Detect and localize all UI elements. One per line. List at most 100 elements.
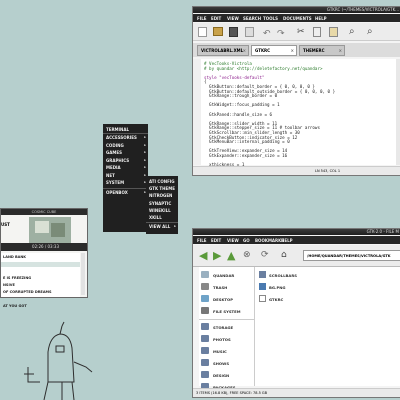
place-quandar[interactable]: QUANDAR xyxy=(201,271,235,278)
playlist-item[interactable]: NSIVE xyxy=(3,283,15,287)
file-item[interactable]: SCROLLBARS xyxy=(259,271,297,278)
save-icon[interactable] xyxy=(229,27,238,37)
menu-view[interactable]: VIEW xyxy=(227,16,239,21)
copy-icon[interactable] xyxy=(313,27,321,37)
player-timebar: 02:26 / 03:33 xyxy=(1,243,87,251)
playlist-item[interactable]: LAND BANK xyxy=(3,255,26,259)
playlist-item[interactable]: AT YOU GOT xyxy=(3,304,27,308)
redo-icon[interactable]: ↷ xyxy=(277,29,285,39)
sidebar-divider xyxy=(199,319,254,320)
place-filesystem[interactable]: FILE SYSTEM xyxy=(201,307,241,314)
file-item[interactable]: GTKRC xyxy=(259,295,283,302)
menu-item-net[interactable]: NET xyxy=(106,173,115,178)
place-desktop[interactable]: DESKTOP xyxy=(201,295,233,302)
place-photos[interactable]: PHOTOS xyxy=(201,335,231,342)
menu-view[interactable]: VIEW xyxy=(227,238,239,243)
tab-label: VICTROLABRL.XML xyxy=(201,48,244,53)
undo-icon[interactable]: ↶ xyxy=(263,29,271,39)
menu-go[interactable]: GO xyxy=(243,238,250,243)
menu-item-accessories[interactable]: ACCESSORIES xyxy=(106,135,137,140)
back-arrow-icon[interactable]: ◀ xyxy=(199,249,207,262)
folder-icon xyxy=(259,271,266,278)
code-line: # by quandar <http://deletefactory.net/q… xyxy=(204,65,323,71)
path-bar[interactable]: /HOME/QUANDAR/THEMES/VICTROLA/GTK xyxy=(303,250,400,261)
reload-icon[interactable]: ⟳ xyxy=(261,250,269,260)
place-design[interactable]: DESIGN xyxy=(201,371,229,378)
cover-art-block xyxy=(35,221,49,233)
place-label: STORAGE xyxy=(213,325,234,330)
menu-separator xyxy=(103,133,148,134)
menu-documents[interactable]: DOCUMENTS xyxy=(283,16,312,21)
player-titlebar[interactable]: COSMIC CUBE xyxy=(1,209,87,215)
close-icon[interactable]: × xyxy=(339,46,342,55)
paste-icon[interactable] xyxy=(329,27,338,37)
editor-scrollbar[interactable] xyxy=(396,59,400,165)
menu-help[interactable]: HELP xyxy=(281,238,293,243)
close-icon[interactable]: × xyxy=(243,46,246,55)
submenu-item[interactable]: GTK THEME xyxy=(149,186,175,191)
playlist-scrollbar[interactable] xyxy=(81,253,85,295)
menu-edit[interactable]: EDIT xyxy=(211,16,221,21)
submenu-item[interactable]: VIEW ALL xyxy=(149,224,170,229)
line-gutter xyxy=(193,59,201,165)
cut-icon[interactable]: ✂ xyxy=(297,27,305,37)
fm-status-text: 3 ITEMS (16.8 KB), FREE SPACE: 78.5 GB xyxy=(196,391,268,395)
tab-victrolabrl[interactable]: VICTROLABRL.XML × xyxy=(197,45,249,56)
place-label: PHOTOS xyxy=(213,337,231,342)
menu-item-terminal[interactable]: TERMINAL xyxy=(106,127,129,132)
home-icon[interactable]: ⌂ xyxy=(281,250,287,260)
chevron-right-icon: ▸ xyxy=(144,135,146,139)
menu-item-games[interactable]: GAMES xyxy=(106,150,122,155)
menu-item-system[interactable]: SYSTEM xyxy=(106,180,124,185)
tab-gtkrc[interactable]: GTKRC × xyxy=(251,45,297,56)
folder-icon xyxy=(201,359,209,366)
menu-item-media[interactable]: MEDIA xyxy=(106,165,121,170)
fm-titlebar[interactable]: GTK-2.0 - FILE M xyxy=(193,229,400,235)
code-line: GtkExpander::expander_size = 16 xyxy=(204,153,288,158)
file-item[interactable]: BG.PNG xyxy=(259,283,286,290)
submenu-item[interactable]: SYNAPTIC xyxy=(149,201,171,206)
menu-search[interactable]: SEARCH xyxy=(243,16,261,21)
editor-menubar: FILE EDIT VIEW SEARCH TOOLS DOCUMENTS HE… xyxy=(193,14,400,22)
editor-toolbar: ↶ ↷ ✂ ⌕ ⌕ xyxy=(193,23,400,41)
print-icon[interactable] xyxy=(245,27,254,37)
playlist[interactable]: LAND BANK E IS FREEZING NSIVE OF CORRUPTED … xyxy=(1,253,80,308)
find-icon[interactable]: ⌕ xyxy=(349,26,355,37)
menu-bookmarks[interactable]: BOOKMARKS xyxy=(255,238,284,243)
submenu-item[interactable]: WINEKILL xyxy=(149,208,171,213)
replace-icon[interactable]: ⌕ xyxy=(367,26,373,37)
place-shows[interactable]: SHOWS xyxy=(201,359,229,366)
playlist-item[interactable]: OF CORRUPTED DREAMS xyxy=(3,290,52,294)
place-label: FILE SYSTEM xyxy=(213,309,241,314)
menu-item-coding[interactable]: CODING xyxy=(106,143,124,148)
submenu-item[interactable]: NITROGEN xyxy=(149,193,172,198)
forward-arrow-icon[interactable]: ▶ xyxy=(213,249,221,262)
place-label: QUANDAR xyxy=(213,273,235,278)
menu-edit[interactable]: EDIT xyxy=(211,238,221,243)
playlist-item[interactable]: E IS FREEZING xyxy=(3,276,31,280)
submenu-item[interactable]: XKILL xyxy=(149,215,162,220)
file-view[interactable]: SCROLLBARS BG.PNG GTKRC xyxy=(255,267,400,386)
menu-file[interactable]: FILE xyxy=(197,16,207,21)
place-music[interactable]: MUSIC xyxy=(201,347,227,354)
open-folder-icon[interactable] xyxy=(213,27,223,36)
menu-tools[interactable]: TOOLS xyxy=(263,16,278,21)
menu-file[interactable]: FILE xyxy=(197,238,207,243)
editor-titlebar[interactable]: GTKRC (~/THEMES/VICTROLA/GTK... xyxy=(193,7,400,13)
stop-icon[interactable]: ⊗ xyxy=(243,250,251,260)
new-file-icon[interactable] xyxy=(198,27,207,37)
menu-help[interactable]: HELP xyxy=(315,16,327,21)
tab-themerc[interactable]: THEMERC × xyxy=(299,45,345,56)
menu-item-openbox[interactable]: OPENBOX xyxy=(106,190,128,195)
menu-item-graphics[interactable]: GRAPHICS xyxy=(106,158,129,163)
playlist-item[interactable] xyxy=(1,262,80,267)
up-arrow-icon[interactable]: ▲ xyxy=(227,249,235,262)
fm-title: GTK-2.0 - FILE M xyxy=(366,229,399,234)
submenu-item[interactable]: ATI CONFIG xyxy=(149,179,175,184)
menu-separator xyxy=(146,222,178,223)
code-editor[interactable]: # VecTooks-Victrola # by quandar <http://… xyxy=(193,59,396,172)
close-icon[interactable]: × xyxy=(291,46,294,55)
robot-wallpaper-drawing xyxy=(24,321,93,400)
place-trash[interactable]: TRASH xyxy=(201,283,227,290)
place-storage[interactable]: STORAGE xyxy=(201,323,234,330)
